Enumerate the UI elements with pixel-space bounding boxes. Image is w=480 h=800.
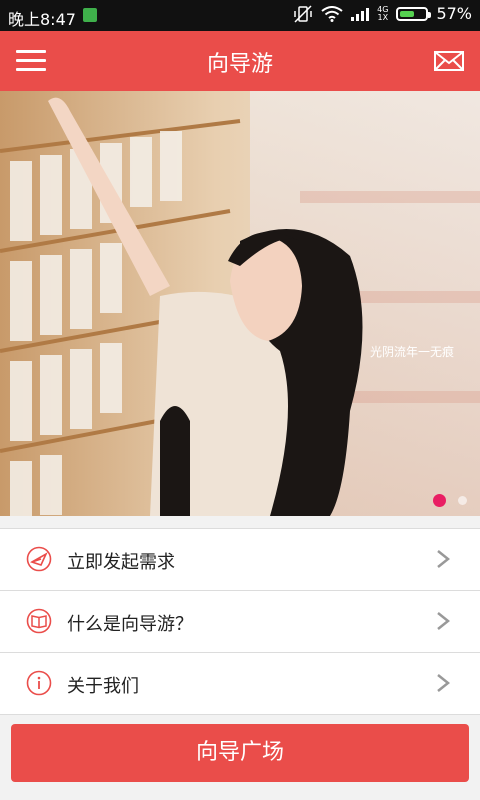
page-title: 向导游: [206, 52, 273, 77]
guide-plaza-button[interactable]: 向导广场: [11, 724, 469, 782]
battery-fill: [400, 10, 415, 17]
battery-percent: 57%: [436, 4, 472, 23]
chevron-right-icon: [437, 612, 450, 630]
chevron-right-icon: [437, 550, 450, 568]
menu-item-label: 立即发起需求: [67, 552, 175, 573]
vibrate-off-icon: [294, 4, 312, 23]
send-request-icon: [26, 546, 52, 572]
carousel-indicator-active[interactable]: [433, 494, 446, 507]
status-time: 晚上8:47: [8, 10, 76, 29]
book-icon: [26, 608, 52, 634]
banner-image: 光阴流年一无痕: [0, 91, 480, 516]
cell-signal-icon: [351, 7, 370, 21]
banner-watermark: 光阴流年一无痕: [370, 344, 454, 359]
menu-item-label: 什么是向导游？: [67, 614, 193, 635]
info-icon: [26, 670, 52, 696]
banner-carousel[interactable]: 光阴流年一无痕: [0, 91, 480, 516]
menu-list: 立即发起需求 什么是向导游？ 关于我们: [0, 528, 480, 715]
app-notification-icon: [83, 8, 97, 22]
network-type-1x: 1X: [377, 12, 389, 22]
menu-item-send-request[interactable]: 立即发起需求: [0, 529, 480, 591]
battery-icon: [396, 6, 432, 21]
app-header: 向导游: [0, 31, 480, 91]
menu-item-label: 关于我们: [67, 676, 139, 697]
wifi-icon: [321, 5, 343, 22]
network-type: 4G 1X: [377, 5, 389, 22]
menu-item-about-us[interactable]: 关于我们: [0, 653, 480, 715]
status-bar: 晚上8:47 4G 1X 57%: [0, 0, 480, 31]
carousel-indicator[interactable]: [458, 496, 467, 505]
menu-item-what-is[interactable]: 什么是向导游？: [0, 591, 480, 653]
chevron-right-icon: [437, 674, 450, 692]
status-icons: 4G 1X 57%: [293, 4, 472, 23]
envelope-icon[interactable]: [434, 51, 464, 71]
